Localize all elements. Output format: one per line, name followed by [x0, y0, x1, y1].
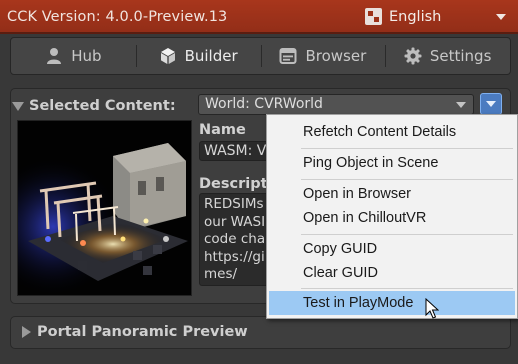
menu-item-copy-guid[interactable]: Copy GUID: [269, 237, 515, 261]
top-bar: CCK Version: 4.0.0-Preview.13 English: [0, 0, 518, 34]
language-icon: [365, 8, 382, 25]
cube-icon: [160, 48, 175, 64]
menu-item-ping-object[interactable]: Ping Object in Scene: [269, 151, 515, 175]
description-line: REDSIMs: [204, 196, 264, 212]
browser-icon: [279, 48, 297, 64]
chevron-down-icon: [456, 102, 466, 108]
tab-hub[interactable]: Hub: [11, 43, 136, 69]
menu-item-clear-guid[interactable]: Clear GUID: [269, 261, 515, 285]
foldout-expanded-icon: [12, 101, 24, 111]
person-icon: [47, 48, 62, 64]
tab-browser[interactable]: Browser: [260, 43, 386, 69]
description-line: our WASI: [204, 213, 266, 230]
description-line: code cha: [204, 231, 266, 247]
tab-label: Browser: [305, 47, 367, 65]
tab-settings[interactable]: Settings: [385, 43, 510, 69]
language-label: English: [389, 8, 442, 25]
tab-bar: Hub Builder Browser Settings: [10, 37, 511, 75]
tab-label: Settings: [429, 47, 492, 65]
menu-separator: [301, 234, 513, 235]
content-select-value: World: CVRWorld: [205, 96, 323, 112]
menu-item-refetch-content-details[interactable]: Refetch Content Details: [269, 120, 515, 144]
content-thumbnail: [17, 120, 192, 296]
world-preview-image: [18, 121, 191, 295]
content-select[interactable]: World: CVRWorld: [198, 94, 474, 115]
tab-label: Builder: [184, 47, 238, 65]
selected-content-foldout[interactable]: Selected Content:: [12, 98, 176, 114]
tab-label: Hub: [71, 47, 102, 65]
chevron-down-icon[interactable]: [496, 14, 506, 20]
context-menu: Refetch Content Details Ping Object in S…: [266, 114, 518, 319]
selected-content-label: Selected Content:: [29, 98, 176, 114]
portal-preview-foldout[interactable]: Portal Panoramic Preview: [22, 324, 248, 340]
portal-preview-label: Portal Panoramic Preview: [37, 324, 248, 340]
menu-item-test-in-playmode[interactable]: Test in PlayMode: [269, 291, 515, 315]
menu-separator: [301, 179, 513, 180]
name-label: Name: [199, 122, 246, 138]
version-label: CCK Version: 4.0.0-Preview.13: [7, 9, 228, 25]
menu-item-open-in-browser[interactable]: Open in Browser: [269, 182, 515, 206]
description-line: https://gi: [204, 248, 265, 265]
menu-item-open-in-chilloutvr[interactable]: Open in ChilloutVR: [269, 206, 515, 230]
menu-separator: [301, 288, 513, 289]
language-selector[interactable]: English: [365, 8, 441, 25]
content-options-button[interactable]: [480, 93, 502, 115]
name-value: WASM: V: [204, 143, 267, 159]
menu-separator: [301, 148, 513, 149]
foldout-collapsed-icon: [22, 326, 31, 338]
description-line: mes/: [204, 266, 238, 282]
gear-icon: [404, 47, 422, 65]
mouse-cursor-icon: [425, 298, 439, 319]
tab-builder[interactable]: Builder: [135, 43, 261, 69]
